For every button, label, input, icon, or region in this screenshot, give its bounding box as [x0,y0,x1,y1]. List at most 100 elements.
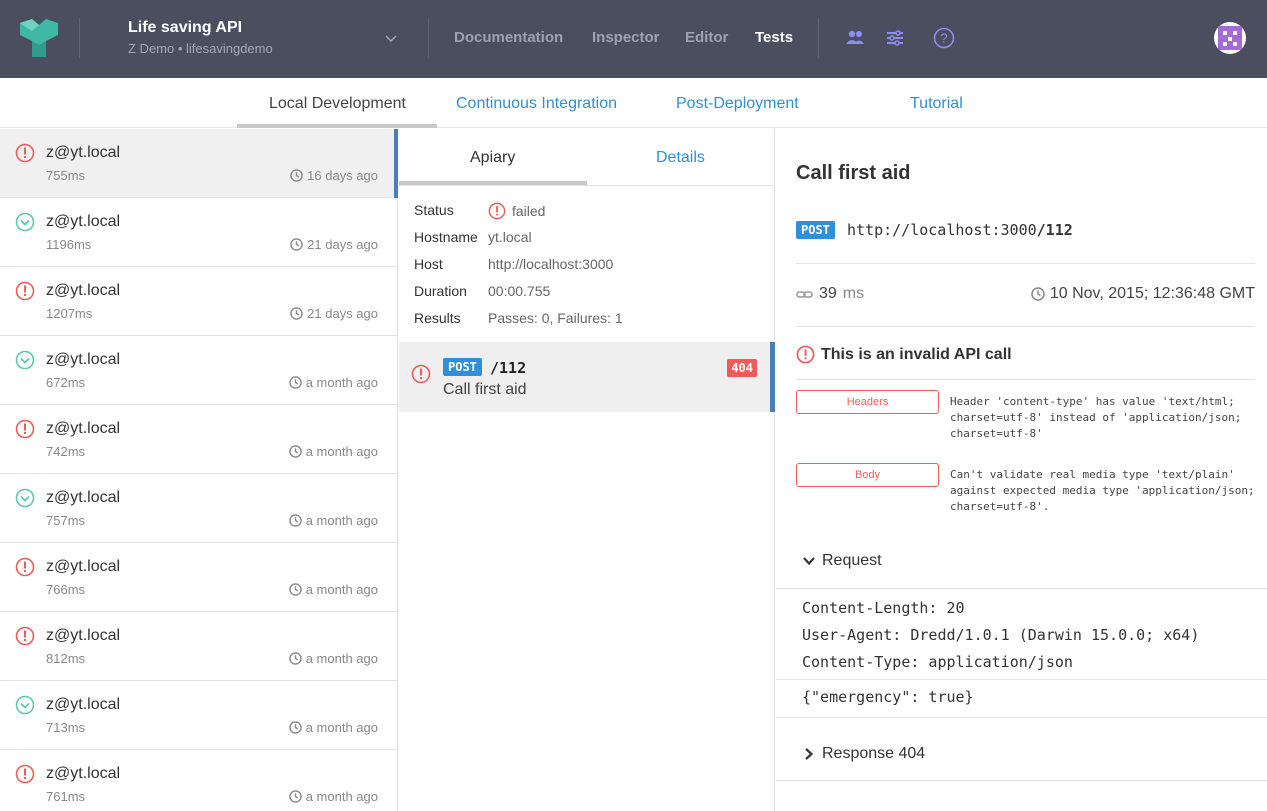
results-label: Results [414,310,461,326]
top-header: Life saving API Z Demo • lifesavingdemo … [0,0,1267,78]
run-duration: 742ms [46,444,86,459]
request-duration: 39 ms [796,285,864,303]
clock-icon [288,583,302,596]
run-duration: 672ms [46,375,86,390]
transaction-path: /112 [490,359,527,377]
users-icon[interactable] [844,27,866,49]
tab-tutorial[interactable]: Tutorial [910,95,963,113]
divider [776,588,1267,589]
nav-documentation[interactable]: Documentation [454,29,563,46]
hostname-label: Hostname [414,229,478,245]
test-run-list: z@yt.local 755ms 16 days ago z@yt.local 1196… [0,129,398,811]
clock-icon [1031,287,1045,301]
duration-label: Duration [414,283,467,299]
clock-icon [290,238,303,251]
run-name: z@yt.local [46,420,121,437]
avatar[interactable] [1214,22,1246,54]
body-error-tag: Body [796,463,939,487]
failed-icon [15,764,35,784]
run-time-text: a month ago [305,513,378,528]
run-time: a month ago [288,582,378,597]
run-duration: 766ms [46,582,86,597]
test-run-item[interactable]: z@yt.local 761ms a month ago [0,750,397,811]
divider [428,18,429,58]
avatar-pattern-icon [1218,26,1242,50]
status-code-badge: 404 [727,359,757,377]
failed-icon [411,364,431,384]
apiary-logo-icon[interactable] [20,19,58,57]
help-icon[interactable]: ? [933,27,955,49]
status-label: Status [414,202,454,218]
request-date: 10 Nov, 2015; 12:36:48 GMT [1031,285,1255,303]
run-time: 16 days ago [290,168,378,183]
run-time: 21 days ago [290,306,378,321]
error-icon [796,345,815,364]
passed-icon [15,488,35,508]
selection-indicator [394,129,398,198]
response-toggle[interactable]: Response 404 [802,745,925,763]
run-name: z@yt.local [46,627,121,644]
nav-inspector[interactable]: Inspector [592,29,660,46]
duration-value: 00:00.755 [488,283,551,299]
run-time-text: a month ago [305,720,378,735]
chevron-right-icon [805,748,814,760]
divider [796,326,1255,327]
nav-tests[interactable]: Tests [755,29,793,46]
duration-unit: ms [842,285,865,302]
run-name: z@yt.local [46,558,121,575]
divider [796,263,1255,264]
test-run-item[interactable]: z@yt.local 757ms a month ago [0,474,397,543]
run-time: 21 days ago [290,237,378,252]
failed-icon [15,419,35,439]
run-duration: 1196ms [46,237,92,252]
request-url: http://localhost:3000/112 [847,221,1073,239]
tab-post-deployment[interactable]: Post-Deployment [676,95,799,113]
tab-apiary[interactable]: Apiary [470,149,515,167]
test-run-item[interactable]: z@yt.local 1196ms 21 days ago [0,198,397,267]
duration-number: 39 [819,285,837,302]
run-duration: 755ms [46,168,86,183]
project-title[interactable]: Life saving API [128,19,242,37]
tab-continuous-integration[interactable]: Continuous Integration [456,95,617,113]
nav-editor[interactable]: Editor [685,29,728,46]
failed-icon [15,626,35,646]
run-name: z@yt.local [46,213,121,230]
test-run-item[interactable]: z@yt.local 672ms a month ago [0,336,397,405]
chevron-down-icon [803,557,815,566]
run-time-text: a month ago [305,789,378,804]
clock-icon [288,652,302,665]
project-subtitle: Z Demo • lifesavingdemo [128,41,273,56]
clock-icon [288,790,302,803]
run-time: a month ago [288,720,378,735]
clock-icon [288,514,302,527]
url-base: http://localhost:3000 [847,221,1037,239]
test-run-item[interactable]: z@yt.local 812ms a month ago [0,612,397,681]
failed-icon [15,281,35,301]
test-run-item[interactable]: z@yt.local 1207ms 21 days ago [0,267,397,336]
run-time: a month ago [288,651,378,666]
body-error-message: Can't validate real media type 'text/pla… [950,468,1255,513]
sliders-icon[interactable] [884,27,906,49]
transaction-item[interactable]: POST /112 Call first aid 404 [399,342,775,412]
tab-local-development[interactable]: Local Development [269,95,406,113]
run-detail-panel: Apiary Details Status failed Hostname yt… [399,129,775,811]
test-run-item[interactable]: z@yt.local 742ms a month ago [0,405,397,474]
test-run-item[interactable]: z@yt.local 755ms 16 days ago [0,129,397,198]
run-time-text: 21 days ago [307,306,378,321]
test-run-item[interactable]: z@yt.local 713ms a month ago [0,681,397,750]
run-duration: 757ms [46,513,86,528]
date-text: 10 Nov, 2015; 12:36:48 GMT [1049,285,1255,302]
selection-indicator [770,342,775,412]
run-time-text: a month ago [305,582,378,597]
request-toggle[interactable]: Request [802,552,882,570]
run-name: z@yt.local [46,696,121,713]
passed-icon [15,350,35,370]
tab-details[interactable]: Details [656,149,705,167]
test-run-item[interactable]: z@yt.local 766ms a month ago [0,543,397,612]
chevron-down-icon[interactable] [384,31,398,45]
run-time: a month ago [288,375,378,390]
divider [776,780,1267,781]
headers-error-message: Header 'content-type' has value 'text/ht… [950,395,1242,440]
request-body: {"emergency": true} [802,688,974,706]
results-value: Passes: 0, Failures: 1 [488,310,623,326]
